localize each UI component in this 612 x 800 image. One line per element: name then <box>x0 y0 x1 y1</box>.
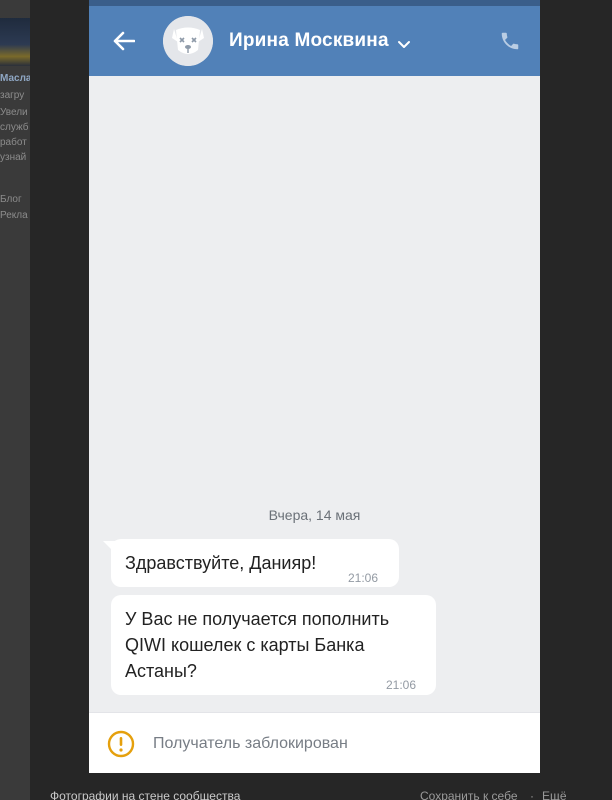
background-text-line: Масла <box>0 73 30 84</box>
chevron-down-icon[interactable] <box>397 36 411 48</box>
message-text: У Вас не получается пополнить QIWI кошел… <box>125 609 390 681</box>
arrow-left-icon <box>113 31 135 51</box>
phone-icon <box>501 32 519 50</box>
background-text-line: Рекла <box>0 210 28 221</box>
background-text-line: узнай <box>0 152 27 163</box>
chat-screenshot: Ирина Москвина Вчера, 14 мая Здравствуйт… <box>89 0 540 773</box>
background-text-line: Блог <box>0 194 22 205</box>
message-bubble[interactable]: Здравствуйте, Данияр! 21:06 <box>103 539 399 587</box>
message-time: 21:06 <box>386 678 417 692</box>
more-link[interactable]: Ещё <box>542 789 567 800</box>
message-time: 21:06 <box>348 571 379 585</box>
save-to-self-link[interactable]: Сохранить к себе <box>420 789 518 800</box>
separator-dot: · <box>530 789 534 800</box>
background-page: Масла загру Увели служб работ узнай Блог… <box>0 0 30 800</box>
photo-viewer-footer: Фотографии на стене сообщества Сохранить… <box>30 783 612 800</box>
deactivated-dog-avatar-icon <box>163 16 213 66</box>
message-list[interactable]: Вчера, 14 мая Здравствуйте, Данияр! 21:0… <box>89 76 540 712</box>
warning-circle-icon <box>107 730 135 758</box>
chat-header: Ирина Москвина <box>89 6 540 76</box>
back-button[interactable] <box>109 26 139 56</box>
message-bubble[interactable]: У Вас не получается пополнить QIWI кошел… <box>111 595 436 695</box>
date-separator: Вчера, 14 мая <box>268 507 361 523</box>
avatar[interactable] <box>163 16 213 66</box>
background-text-line: Увели <box>0 107 28 118</box>
contact-name[interactable]: Ирина Москвина <box>229 30 389 52</box>
background-text-line: служб <box>0 122 29 133</box>
message-text: Здравствуйте, Данияр! <box>125 553 317 573</box>
background-thumbnail <box>0 18 30 66</box>
bubble-tail <box>103 541 115 553</box>
call-button[interactable] <box>495 26 525 56</box>
blocked-notice-bar: Получатель заблокирован <box>89 712 540 773</box>
background-text-line: загру <box>0 90 25 101</box>
background-text-line: работ <box>0 137 27 148</box>
blocked-notice-text: Получатель заблокирован <box>153 735 348 752</box>
album-caption[interactable]: Фотографии на стене сообщества <box>50 789 240 800</box>
